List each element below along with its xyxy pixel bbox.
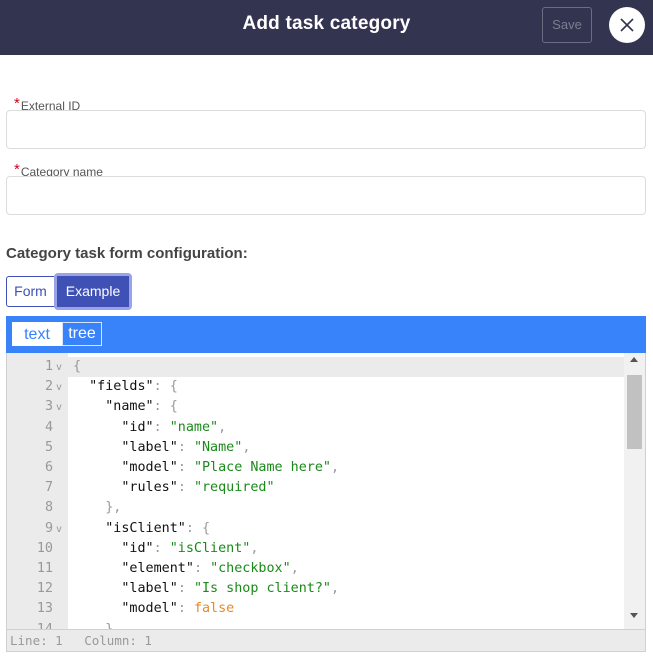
- line-number: 7: [44, 480, 53, 496]
- code-text: "id": "name",: [121, 419, 227, 435]
- code-line: 12 "label": "Is shop client?",: [7, 579, 624, 599]
- code-text: "name": {: [105, 399, 178, 415]
- fold-chevron-icon[interactable]: v: [56, 378, 62, 398]
- code-line: 8 },: [7, 498, 624, 518]
- editor-status-bar: Line: 1 Column: 1: [6, 629, 646, 652]
- mode-tree-button[interactable]: tree: [62, 322, 102, 346]
- code-line: 6 "model": "Place Name here",: [7, 458, 624, 478]
- fold-chevron-icon[interactable]: v: [56, 398, 62, 418]
- form-config-heading: Category task form configuration:: [6, 245, 248, 262]
- code-text: "element": "checkbox",: [121, 561, 299, 576]
- save-button[interactable]: Save: [542, 7, 592, 43]
- code-text: "label": "Is shop client?",: [121, 581, 340, 597]
- editor-scrollbar[interactable]: [624, 353, 645, 630]
- code-line: 7 "rules": "required": [7, 478, 624, 498]
- line-number: 8: [44, 500, 53, 516]
- code-text: },: [105, 500, 122, 516]
- code-line: 5 "label": "Name",: [7, 438, 624, 458]
- line-number: 6: [44, 460, 53, 475]
- scroll-down-arrow-icon[interactable]: [630, 613, 638, 618]
- mode-text-button[interactable]: text: [12, 322, 62, 346]
- line-number: 2: [44, 379, 53, 395]
- code-text: "label": "Name",: [121, 439, 251, 455]
- code-line: 9v "isClient": {: [7, 519, 624, 539]
- line-number: 4: [44, 419, 53, 435]
- cursor-column-status: Column: 1: [84, 633, 152, 648]
- code-text: "rules": "required": [121, 480, 275, 496]
- code-line: 11 "element": "checkbox",: [7, 559, 624, 579]
- close-icon: [620, 18, 634, 32]
- code-text: {: [73, 359, 82, 374]
- code-line: 3v "name": {: [7, 397, 624, 417]
- code-text: "id": "isClient",: [121, 540, 259, 556]
- line-number: 12: [36, 581, 53, 597]
- category-name-input[interactable]: [6, 176, 646, 215]
- line-number: 5: [44, 439, 53, 455]
- code-line: 10 "id": "isClient",: [7, 539, 624, 559]
- code-text: "isClient": {: [105, 520, 211, 536]
- form-toggle-button[interactable]: Form: [6, 276, 55, 307]
- example-toggle-focus-ring: Example: [54, 273, 132, 310]
- scroll-thumb[interactable]: [627, 375, 642, 449]
- modal-header: Add task category Save: [0, 0, 653, 55]
- code-text: "model": "Place Name here",: [121, 460, 340, 475]
- example-toggle-button[interactable]: Example: [57, 276, 129, 307]
- close-button[interactable]: [609, 7, 645, 43]
- fold-chevron-icon[interactable]: v: [56, 358, 62, 378]
- code-line: 1 v {: [7, 357, 624, 377]
- line-number: 10: [36, 540, 53, 556]
- fold-chevron-icon[interactable]: v: [56, 520, 62, 540]
- code-line: 4 "id": "name",: [7, 418, 624, 438]
- cursor-line-status: Line: 1: [10, 633, 63, 648]
- external-id-input[interactable]: [6, 110, 646, 149]
- line-number: 3: [44, 399, 53, 415]
- json-code-editor[interactable]: 1 v{2 v "fields": {3 v "name": {4 "id": "na…: [6, 353, 646, 630]
- json-editor-menu: text tree: [6, 316, 646, 353]
- line-number: 1: [44, 359, 53, 374]
- code-line: 2v "fields": {: [7, 377, 624, 397]
- code-line: 13 "model": false: [7, 599, 624, 619]
- line-number: 11: [36, 561, 53, 576]
- code-text: "fields": {: [89, 379, 178, 395]
- code-text: "model": false: [121, 601, 235, 617]
- line-number: 9: [44, 520, 53, 536]
- scroll-up-arrow-icon[interactable]: [630, 357, 638, 362]
- line-number: 13: [36, 601, 53, 617]
